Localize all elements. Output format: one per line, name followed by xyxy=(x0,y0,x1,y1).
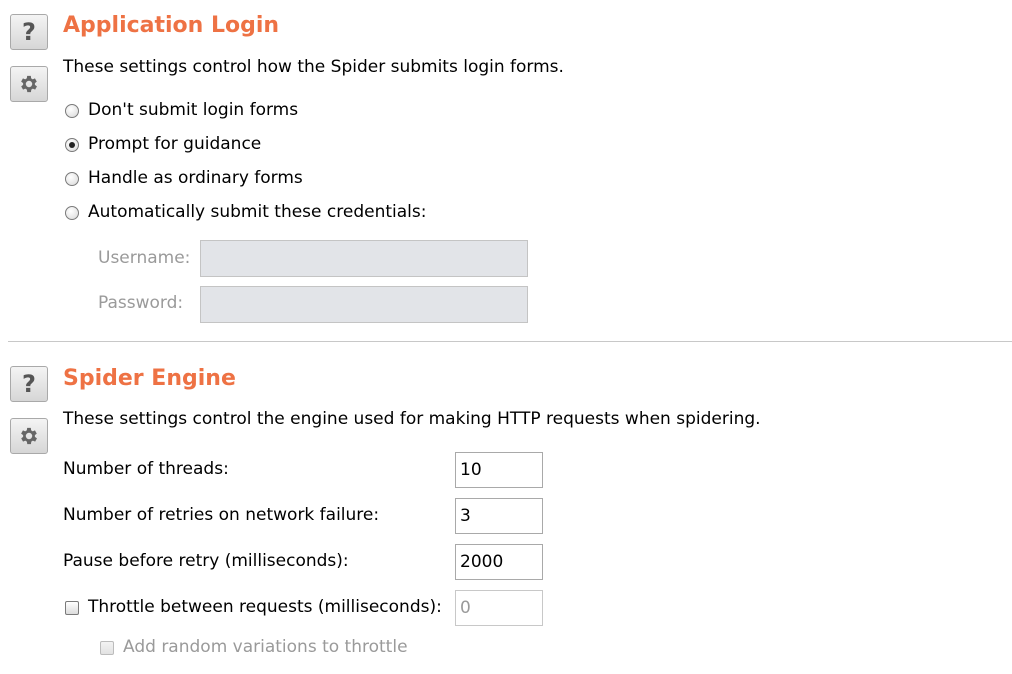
retries-input[interactable] xyxy=(455,498,543,534)
radio-button[interactable] xyxy=(65,103,79,118)
throttle-checkbox-row[interactable]: Throttle between requests (milliseconds)… xyxy=(65,599,442,616)
login-settings-button[interactable] xyxy=(10,66,48,102)
random-variation-label: Add random variations to throttle xyxy=(123,637,408,657)
engine-section-description: These settings control the engine used f… xyxy=(63,409,761,429)
random-variation-checkbox[interactable] xyxy=(100,640,114,655)
radio-auto-submit[interactable]: Automatically submit these credentials: xyxy=(65,204,426,221)
engine-help-button[interactable]: ? xyxy=(10,366,48,402)
throttle-label: Throttle between requests (milliseconds)… xyxy=(88,597,442,617)
radio-button[interactable] xyxy=(65,137,79,152)
radio-label: Don't submit login forms xyxy=(88,100,299,120)
login-section-title: Application Login xyxy=(63,13,280,38)
radio-prompt-guidance[interactable]: Prompt for guidance xyxy=(65,136,261,153)
username-label: Username: xyxy=(98,248,191,268)
login-section-description: These settings control how the Spider su… xyxy=(63,57,564,77)
throttle-input[interactable] xyxy=(455,590,543,626)
radio-label: Automatically submit these credentials: xyxy=(88,202,427,222)
random-variation-checkbox-row[interactable]: Add random variations to throttle xyxy=(100,639,408,656)
question-mark-icon: ? xyxy=(22,370,36,398)
section-divider xyxy=(8,341,1012,342)
threads-label: Number of threads: xyxy=(63,459,229,479)
radio-button[interactable] xyxy=(65,171,79,186)
password-label: Password: xyxy=(98,293,184,313)
radio-button[interactable] xyxy=(65,205,79,220)
radio-label: Handle as ordinary forms xyxy=(88,168,303,188)
radio-dont-submit[interactable]: Don't submit login forms xyxy=(65,102,298,119)
spider-options-page: ? Application Login These settings contr… xyxy=(0,0,1012,674)
password-field[interactable] xyxy=(200,286,528,323)
username-field[interactable] xyxy=(200,240,528,277)
retries-label: Number of retries on network failure: xyxy=(63,505,380,525)
engine-section-title: Spider Engine xyxy=(63,366,236,391)
question-mark-icon: ? xyxy=(22,18,36,46)
gear-icon xyxy=(21,75,37,93)
radio-handle-ordinary[interactable]: Handle as ordinary forms xyxy=(65,170,303,187)
gear-icon xyxy=(21,427,37,445)
threads-input[interactable] xyxy=(455,452,543,488)
login-help-button[interactable]: ? xyxy=(10,14,48,50)
engine-settings-button[interactable] xyxy=(10,418,48,454)
pause-label: Pause before retry (milliseconds): xyxy=(63,551,349,571)
pause-input[interactable] xyxy=(455,544,543,580)
throttle-checkbox[interactable] xyxy=(65,600,79,615)
radio-label: Prompt for guidance xyxy=(88,134,262,154)
